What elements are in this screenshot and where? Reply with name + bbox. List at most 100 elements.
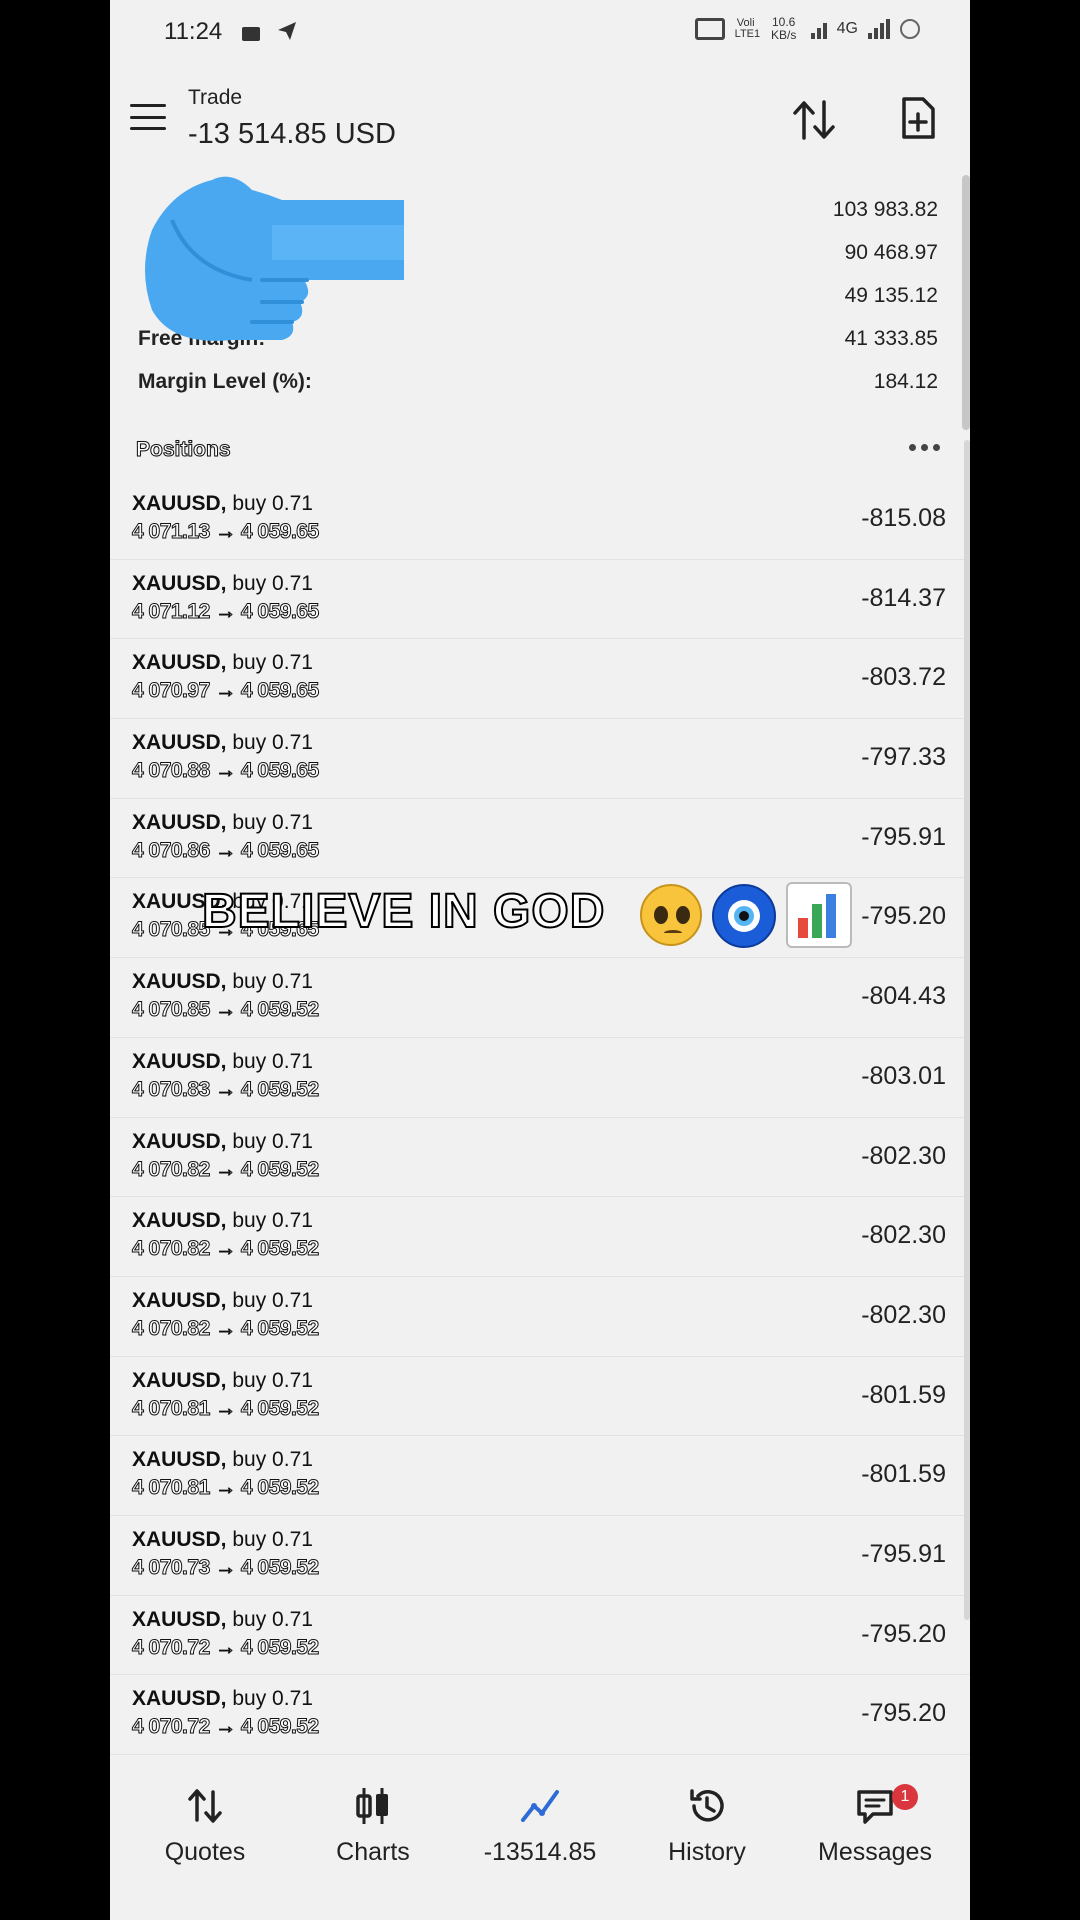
position-row[interactable]: XAUUSD, buy 0.71 4 070.83 → 4 059.52 -803.… xyxy=(110,1038,970,1118)
position-prices: 4 070.88 → 4 059.65 xyxy=(132,759,320,783)
battery-saver-icon xyxy=(900,19,920,39)
candlestick-icon xyxy=(356,1788,388,1824)
scrollbar-track[interactable] xyxy=(964,440,970,1620)
network-speed: 10.6 KB/s xyxy=(770,15,797,42)
position-profit: -802.30 xyxy=(861,1141,946,1170)
caption-overlay: BELIEVE IN GOD xyxy=(110,880,970,950)
position-profit: -804.43 xyxy=(861,982,946,1011)
status-time: 11:24 xyxy=(164,18,223,45)
trade-trend-icon xyxy=(521,1790,559,1822)
summary-value: 49 135.12 xyxy=(844,284,938,307)
network-type: 4G xyxy=(836,20,858,37)
messages-icon xyxy=(857,1790,893,1824)
menu-icon[interactable] xyxy=(130,104,166,130)
position-profit: -803.01 xyxy=(861,1061,946,1090)
caption-text: BELIEVE IN GOD xyxy=(201,884,606,939)
telegram-icon xyxy=(276,20,298,47)
new-order-icon[interactable] xyxy=(900,96,936,140)
position-prices: 4 070.85 → 4 059.52 xyxy=(132,998,320,1022)
summary-label: Margin Level (%): xyxy=(138,370,312,393)
position-row[interactable]: XAUUSD, buy 0.71 4 070.97 → 4 059.65 -803.… xyxy=(110,639,970,720)
cast-icon xyxy=(694,18,725,40)
video-record-icon xyxy=(242,26,260,41)
position-prices: 4 070.83 → 4 059.52 xyxy=(132,1077,320,1101)
page-title: Trade xyxy=(188,86,243,109)
positions-title: Positions xyxy=(136,438,232,462)
nav-history[interactable]: History xyxy=(632,1772,782,1882)
nav-label: History xyxy=(668,1838,746,1866)
position-prices: 4 070.72 → 4 059.52 xyxy=(132,1635,320,1659)
summary-value: 90 468.97 xyxy=(844,241,938,264)
signal-icon xyxy=(810,19,827,39)
pleading-face-icon xyxy=(640,884,702,946)
nav-label: Quotes xyxy=(164,1838,246,1866)
position-profit: -814.37 xyxy=(861,583,946,612)
position-row[interactable]: XAUUSD, buy 0.71 4 071.12 → 4 059.65 -814.… xyxy=(110,560,970,640)
position-prices: 4 070.81 → 4 059.52 xyxy=(132,1396,320,1420)
position-row[interactable]: XAUUSD, buy 0.71 4 070.82 → 4 059.52 -802.… xyxy=(110,1197,970,1277)
position-prices: 4 071.12 → 4 059.65 xyxy=(132,599,320,623)
sort-icon[interactable] xyxy=(792,98,838,142)
total-profit: -13 514.85 USD xyxy=(188,118,396,150)
quotes-icon xyxy=(188,1789,222,1823)
position-profit: -802.30 xyxy=(861,1221,946,1250)
bottom-bar xyxy=(110,1894,970,1920)
position-prices: 4 070.82 → 4 059.52 xyxy=(132,1316,320,1340)
more-options-icon[interactable] xyxy=(909,444,940,451)
position-row[interactable]: XAUUSD, buy 0.71 4 070.73 → 4 059.52 -795.… xyxy=(110,1516,970,1596)
position-row[interactable]: XAUUSD, buy 0.71 4 070.88 → 4 059.65 -797.… xyxy=(110,719,970,799)
status-bar: 11:24 Voli LTE1 10.6 KB/s 4G xyxy=(110,0,970,64)
bottom-navigation: Quotes Charts -13514.85 History 1 Messag… xyxy=(110,1772,970,1882)
position-profit: -795.91 xyxy=(861,822,946,851)
position-row[interactable]: XAUUSD, buy 0.71 4 070.82 → 4 059.52 -802.… xyxy=(110,1277,970,1357)
pointing-hand-icon xyxy=(145,176,404,341)
position-profit: -801.59 xyxy=(861,1460,946,1489)
position-profit: -801.59 xyxy=(861,1380,946,1409)
app-screen: 11:24 Voli LTE1 10.6 KB/s 4G Trade -13 5… xyxy=(110,0,970,1920)
bar-chart-icon xyxy=(786,882,852,948)
position-row[interactable]: XAUUSD, buy 0.71 4 070.81 → 4 059.52 -801.… xyxy=(110,1357,970,1437)
signal-icon-2 xyxy=(868,19,890,39)
summary-value: 41 333.85 xyxy=(844,327,938,350)
position-profit: -795.91 xyxy=(861,1539,946,1568)
position-prices: 4 070.82 → 4 059.52 xyxy=(132,1157,320,1181)
position-prices: 4 071.13 → 4 059.65 xyxy=(132,520,320,544)
history-icon xyxy=(690,1789,724,1822)
position-prices: 4 070.81 → 4 059.52 xyxy=(132,1476,320,1500)
nav-trade[interactable]: -13514.85 xyxy=(465,1772,615,1882)
volte-label: Voli LTE1 xyxy=(734,17,761,40)
nav-charts[interactable]: Charts xyxy=(298,1772,448,1882)
position-profit: -803.72 xyxy=(861,663,946,692)
position-row[interactable]: XAUUSD, buy 0.71 4 070.85 → 4 059.52 -804.… xyxy=(110,958,970,1038)
nav-label: Messages xyxy=(818,1838,932,1866)
position-profit: -795.20 xyxy=(861,1699,946,1728)
summary-value: 184.12 xyxy=(873,370,938,393)
position-row[interactable]: XAUUSD, buy 0.71 4 070.72 → 4 059.52 -795.… xyxy=(110,1675,970,1755)
position-profit: -802.30 xyxy=(861,1300,946,1329)
nav-quotes[interactable]: Quotes xyxy=(130,1772,280,1882)
position-prices: 4 070.73 → 4 059.52 xyxy=(132,1555,320,1579)
nav-label: -13514.85 xyxy=(483,1838,597,1866)
position-row[interactable]: XAUUSD, buy 0.71 4 070.86 → 4 059.65 -795.… xyxy=(110,799,970,879)
positions-header: Positions xyxy=(110,432,970,472)
position-prices: 4 070.72 → 4 059.52 xyxy=(132,1715,320,1739)
summary-value: 103 983.82 xyxy=(832,198,938,221)
nav-messages[interactable]: 1 Messages xyxy=(800,1772,950,1882)
position-row[interactable]: XAUUSD, buy 0.71 4 070.81 → 4 059.52 -801.… xyxy=(110,1436,970,1516)
position-prices: 4 070.97 → 4 059.65 xyxy=(132,679,320,703)
app-header: Trade -13 514.85 USD xyxy=(110,64,970,164)
evil-eye-icon xyxy=(712,884,776,948)
messages-badge: 1 xyxy=(892,1784,918,1810)
position-profit: -815.08 xyxy=(861,504,946,532)
position-row[interactable]: XAUUSD, buy 0.71 4 070.72 → 4 059.52 -795.… xyxy=(110,1596,970,1676)
positions-list: XAUUSD, buy 0.71 4 071.13 → 4 059.65 -815.… xyxy=(110,480,970,1755)
position-row[interactable]: XAUUSD, buy 0.71 4 071.13 → 4 059.65 -815.… xyxy=(110,480,970,560)
position-prices: 4 070.82 → 4 059.52 xyxy=(132,1237,320,1261)
position-profit: -797.33 xyxy=(861,743,946,772)
position-prices: 4 070.86 → 4 059.65 xyxy=(132,838,320,862)
position-row[interactable]: XAUUSD, buy 0.71 4 070.82 → 4 059.52 -802.… xyxy=(110,1118,970,1198)
scrollbar[interactable] xyxy=(962,175,970,430)
position-profit: -795.20 xyxy=(861,1619,946,1648)
summary-margin-level: Margin Level (%): 184.12 xyxy=(110,362,970,405)
nav-label: Charts xyxy=(336,1838,410,1866)
